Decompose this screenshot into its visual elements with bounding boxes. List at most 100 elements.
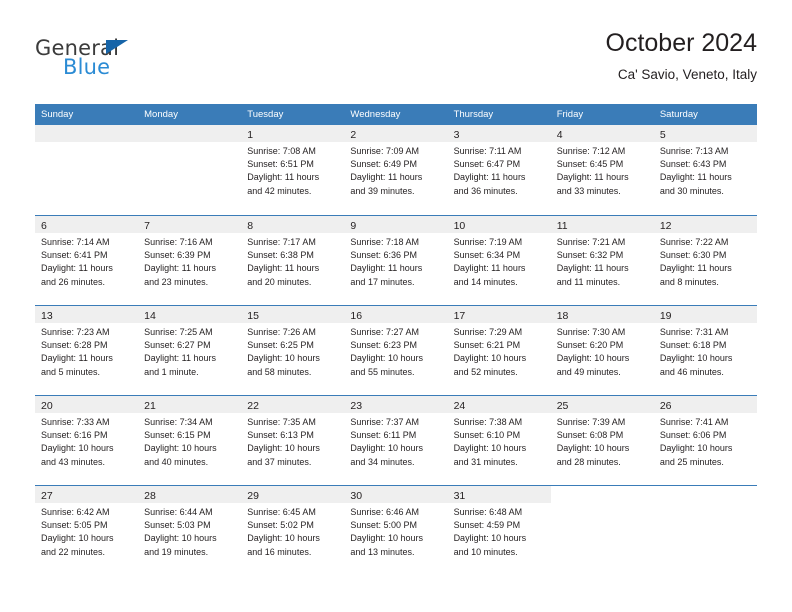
day-number: 2 <box>350 129 357 141</box>
day-detail-line: Sunset: 6:36 PM <box>350 250 417 261</box>
day-detail-line: Sunset: 6:21 PM <box>453 340 521 351</box>
calendar-day-cell[interactable]: 22 Sunrise: 7:35 AM Sunset: 6:13 PM Dayligh… <box>241 396 345 485</box>
calendar-day-cell[interactable]: 19 Sunrise: 7:31 AM Sunset: 6:18 PM Dayligh… <box>653 306 757 395</box>
calendar-day-cell[interactable]: 12 Sunrise: 7:22 AM Sunset: 6:30 PM Dayligh… <box>653 216 757 305</box>
brand-logo[interactable]: General Blue <box>35 36 235 92</box>
day-number-strip: 12 <box>653 216 757 233</box>
calendar-week-row: 13 Sunrise: 7:23 AM Sunset: 6:28 PM Dayligh… <box>35 305 757 395</box>
day-number-strip: 18 <box>550 306 654 323</box>
weekday-header-thursday: Thursday <box>453 109 494 120</box>
day-number-strip <box>551 486 654 503</box>
day-detail-line: Sunset: 6:13 PM <box>247 430 314 441</box>
calendar-day-cell[interactable]: 24 Sunrise: 7:38 AM Sunset: 6:10 PM Dayligh… <box>447 396 551 485</box>
calendar-day-cell[interactable]: 26 Sunrise: 7:41 AM Sunset: 6:06 PM Dayligh… <box>653 396 757 485</box>
day-details: Sunrise: 7:11 AM Sunset: 6:47 PM Daylight:… <box>448 142 551 198</box>
calendar-day-cell[interactable]: 15 Sunrise: 7:26 AM Sunset: 6:25 PM Dayligh… <box>241 306 345 395</box>
day-detail-line: Sunset: 6:06 PM <box>659 430 727 441</box>
day-number-strip: 14 <box>138 306 242 323</box>
calendar-day-cell[interactable]: 25 Sunrise: 7:39 AM Sunset: 6:08 PM Dayligh… <box>550 396 654 485</box>
calendar-day-cell[interactable]: 30 Sunrise: 6:46 AM Sunset: 5:00 PM Dayligh… <box>344 486 448 575</box>
day-detail-line: Daylight: 11 hours <box>350 263 423 274</box>
calendar-day-cell[interactable]: 21 Sunrise: 7:34 AM Sunset: 6:15 PM Dayligh… <box>138 396 242 485</box>
day-details: Sunrise: 7:41 AM Sunset: 6:06 PM Daylight:… <box>654 413 757 469</box>
day-number-strip: 19 <box>653 306 757 323</box>
calendar-day-cell[interactable]: 31 Sunrise: 6:48 AM Sunset: 4:59 PM Dayligh… <box>447 486 551 575</box>
calendar-day-cell[interactable]: 4 Sunrise: 7:12 AM Sunset: 6:45 PM Daylight… <box>550 125 654 215</box>
weekday-header-row: Sunday Monday Tuesday Wednesday Thursday Frid… <box>35 104 757 125</box>
calendar-week-row: 6 Sunrise: 7:14 AM Sunset: 6:41 PM Daylight… <box>35 215 757 305</box>
calendar-day-cell[interactable]: 18 Sunrise: 7:30 AM Sunset: 6:20 PM Dayligh… <box>550 306 654 395</box>
calendar-day-cell[interactable]: 29 Sunrise: 6:45 AM Sunset: 5:02 PM Dayligh… <box>241 486 345 575</box>
calendar-day-cell[interactable]: 17 Sunrise: 7:29 AM Sunset: 6:21 PM Dayligh… <box>447 306 551 395</box>
day-number: 18 <box>556 310 569 322</box>
day-number-strip: 24 <box>447 396 551 413</box>
day-detail-line: and 34 minutes. <box>350 456 415 467</box>
day-detail-line: and 31 minutes. <box>453 456 518 467</box>
day-details: Sunrise: 7:33 AM Sunset: 6:16 PM Daylight:… <box>35 413 138 469</box>
day-number: 8 <box>247 220 254 232</box>
calendar-day-cell[interactable]: 27 Sunrise: 6:42 AM Sunset: 5:05 PM Dayligh… <box>35 486 139 575</box>
day-detail-line: and 20 minutes. <box>247 276 312 287</box>
day-detail-line: Daylight: 10 hours <box>41 533 114 544</box>
day-detail-line: Daylight: 10 hours <box>453 443 527 454</box>
calendar-day-cell[interactable]: 9 Sunrise: 7:18 AM Sunset: 6:36 PM Daylight… <box>344 216 448 305</box>
day-details: Sunrise: 6:42 AM Sunset: 5:05 PM Daylight:… <box>35 503 138 559</box>
calendar-day-cell[interactable]: 8 Sunrise: 7:17 AM Sunset: 6:38 PM Daylight… <box>241 216 345 305</box>
day-detail-line: Sunrise: 7:31 AM <box>659 327 729 337</box>
day-number-strip: 28 <box>138 486 242 503</box>
day-number: 29 <box>247 490 259 502</box>
day-detail-line: Daylight: 11 hours <box>144 353 217 364</box>
day-number-strip: 2 <box>344 125 448 142</box>
calendar-day-cell[interactable]: 23 Sunrise: 7:37 AM Sunset: 6:11 PM Dayligh… <box>344 396 448 485</box>
day-detail-line: and 14 minutes. <box>453 276 518 287</box>
calendar-day-cell[interactable]: 28 Sunrise: 6:44 AM Sunset: 5:03 PM Dayligh… <box>138 486 242 575</box>
day-detail-line: and 5 minutes. <box>41 366 101 377</box>
day-detail-line: Sunset: 6:39 PM <box>144 250 211 261</box>
day-number: 16 <box>350 310 363 322</box>
day-number: 4 <box>556 129 563 141</box>
day-detail-line: and 46 minutes. <box>659 366 724 377</box>
weekday-header-monday: Monday <box>144 109 178 120</box>
day-detail-line: Daylight: 11 hours <box>41 353 113 364</box>
day-number: 10 <box>453 220 466 232</box>
calendar-day-cell[interactable]: 13 Sunrise: 7:23 AM Sunset: 6:28 PM Dayligh… <box>35 306 139 395</box>
calendar-day-cell[interactable]: 5 Sunrise: 7:13 AM Sunset: 6:43 PM Daylight… <box>653 125 757 215</box>
day-detail-line: Daylight: 10 hours <box>41 443 114 454</box>
day-number: 14 <box>144 310 156 322</box>
calendar-day-cell[interactable]: 20 Sunrise: 7:33 AM Sunset: 6:16 PM Dayligh… <box>35 396 139 485</box>
day-number: 19 <box>659 310 672 322</box>
day-details: Sunrise: 7:18 AM Sunset: 6:36 PM Daylight:… <box>344 233 447 289</box>
day-details: Sunrise: 7:22 AM Sunset: 6:30 PM Daylight:… <box>654 233 757 289</box>
day-detail-line: Sunset: 6:41 PM <box>41 250 108 261</box>
day-detail-line: Sunrise: 7:12 AM <box>556 146 626 156</box>
weekday-header-tuesday: Tuesday <box>247 109 284 120</box>
day-detail-line: Sunrise: 7:18 AM <box>350 237 419 247</box>
calendar-day-cell[interactable]: 1 Sunrise: 7:08 AM Sunset: 6:51 PM Daylight… <box>241 125 345 215</box>
calendar-day-cell[interactable]: 11 Sunrise: 7:21 AM Sunset: 6:32 PM Dayligh… <box>550 216 654 305</box>
calendar-day-cell[interactable]: 16 Sunrise: 7:27 AM Sunset: 6:23 PM Dayligh… <box>344 306 448 395</box>
day-detail-line: Sunrise: 7:22 AM <box>659 237 729 247</box>
day-detail-line: Sunset: 6:08 PM <box>556 430 624 441</box>
day-details: Sunrise: 7:35 AM Sunset: 6:13 PM Daylight:… <box>241 413 344 469</box>
day-number-strip: 17 <box>447 306 551 323</box>
calendar-day-cell[interactable]: 10 Sunrise: 7:19 AM Sunset: 6:34 PM Dayligh… <box>447 216 551 305</box>
day-detail-line: Daylight: 10 hours <box>556 353 630 364</box>
day-detail-line: Sunset: 4:59 PM <box>453 520 521 531</box>
calendar-day-cell[interactable]: 2 Sunrise: 7:09 AM Sunset: 6:49 PM Daylight… <box>344 125 448 215</box>
calendar-empty-cell <box>35 125 139 215</box>
day-detail-line: and 42 minutes. <box>247 185 312 196</box>
day-number-strip: 11 <box>550 216 654 233</box>
day-number: 13 <box>41 310 53 322</box>
day-number: 21 <box>144 400 156 412</box>
day-detail-line: Sunset: 6:25 PM <box>247 340 314 351</box>
day-detail-line: Sunset: 5:02 PM <box>247 520 314 531</box>
day-details: Sunrise: 7:39 AM Sunset: 6:08 PM Daylight:… <box>551 413 654 469</box>
day-detail-line: Sunset: 6:16 PM <box>41 430 108 441</box>
day-detail-line: Daylight: 11 hours <box>556 172 629 183</box>
calendar-day-cell[interactable]: 14 Sunrise: 7:25 AM Sunset: 6:27 PM Dayligh… <box>138 306 242 395</box>
calendar-day-cell[interactable]: 7 Sunrise: 7:16 AM Sunset: 6:39 PM Daylight… <box>138 216 242 305</box>
calendar-day-cell[interactable]: 3 Sunrise: 7:11 AM Sunset: 6:47 PM Daylight… <box>447 125 551 215</box>
day-details: Sunrise: 6:46 AM Sunset: 5:00 PM Daylight:… <box>344 503 447 559</box>
calendar-day-cell[interactable]: 6 Sunrise: 7:14 AM Sunset: 6:41 PM Daylight… <box>35 216 139 305</box>
day-detail-line: Sunrise: 6:45 AM <box>247 507 316 517</box>
